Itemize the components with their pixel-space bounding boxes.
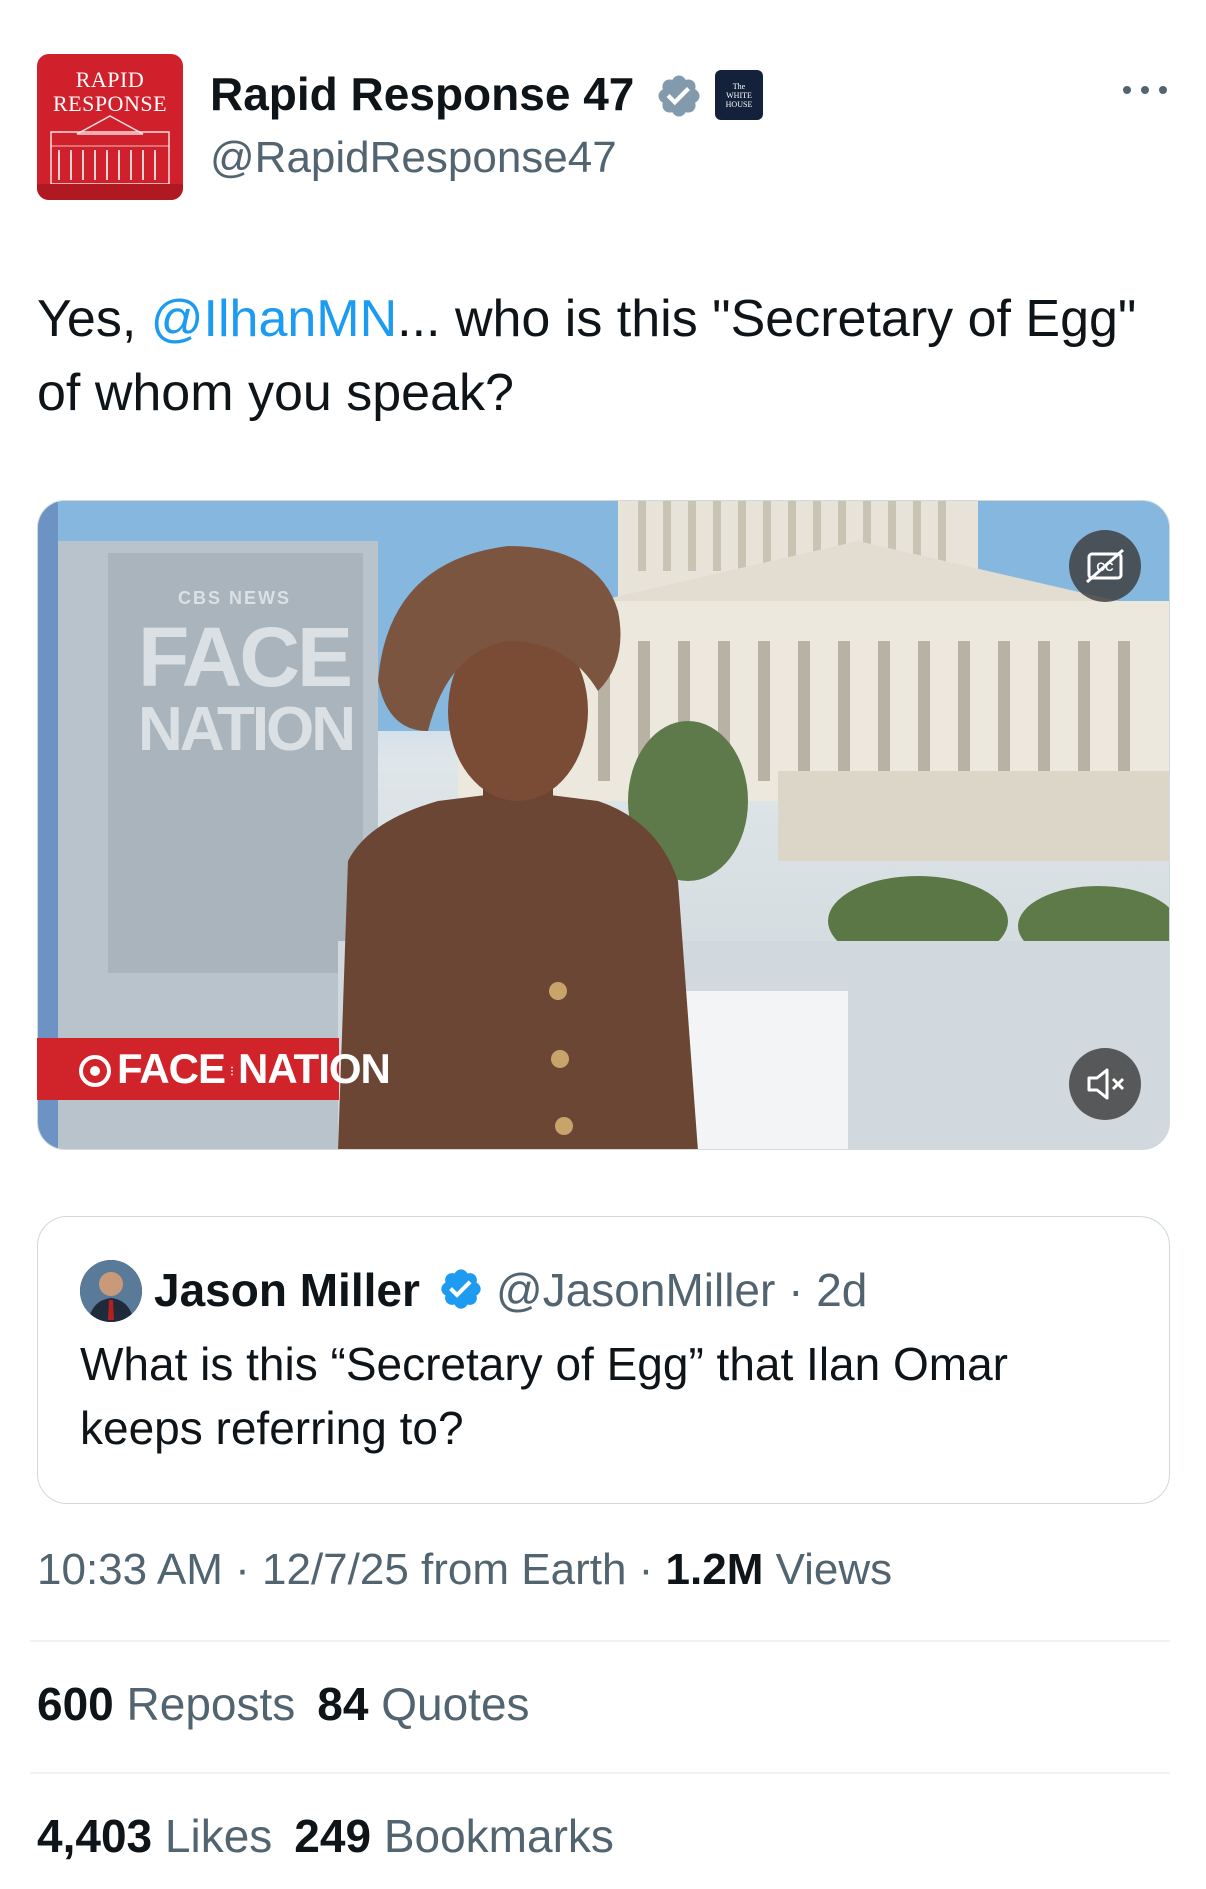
tweet-meta-line: 10:33 AM · 12/7/25 from Earth · 1.2M Vie… — [37, 1540, 892, 1600]
quoted-tweet-text: What is this “Secretary of Egg” that Ila… — [80, 1338, 1008, 1454]
reposts-stat[interactable]: 600 Reposts — [37, 1674, 295, 1734]
more-options-icon[interactable] — [1120, 78, 1170, 102]
quoted-avatar-portrait — [80, 1260, 142, 1322]
affiliate-badge-line2: WHITE — [726, 91, 752, 100]
bookmarks-count: 249 — [294, 1810, 372, 1862]
tweet-text: Yes, @IlhanMN... who is this "Secretary … — [37, 282, 1157, 430]
reposts-count: 600 — [37, 1678, 114, 1730]
likes-label: Likes — [152, 1810, 273, 1862]
tweet-text-prefix: Yes, — [37, 290, 151, 348]
affiliate-badge-line1: The — [732, 82, 746, 91]
captions-button[interactable]: CC — [1069, 530, 1141, 602]
tweet-date-source[interactable]: 12/7/25 from Earth — [262, 1545, 626, 1594]
author-avatar[interactable]: RAPID RESPONSE — [37, 54, 183, 200]
background-sign-line2: FACE — [138, 610, 353, 704]
bookmarks-label: Bookmarks — [371, 1810, 614, 1862]
speaker-muted-icon — [1087, 1068, 1125, 1100]
quoted-author-name[interactable]: Jason Miller — [154, 1260, 420, 1320]
quotes-count: 84 — [317, 1678, 369, 1730]
author-display-name[interactable]: Rapid Response 47 — [210, 66, 634, 122]
white-house-illustration — [37, 115, 183, 200]
quotes-stat[interactable]: 84 Quotes — [317, 1674, 529, 1734]
meta-separator-2: · — [626, 1545, 666, 1594]
reposts-label: Reposts — [113, 1678, 296, 1730]
bookmarks-stat[interactable]: 249 Bookmarks — [294, 1806, 614, 1866]
verified-badge-icon — [658, 75, 700, 117]
cbs-eye-icon — [79, 1055, 111, 1087]
quotes-label: Quotes — [368, 1678, 530, 1730]
white-house-affiliate-badge-icon[interactable]: The WHITE HOUSE — [715, 70, 763, 120]
affiliate-badge-line3: HOUSE — [725, 100, 753, 109]
background-sign-line3: NATION — [138, 695, 356, 764]
quoted-author-handle[interactable]: @JasonMiller — [496, 1264, 775, 1316]
quoted-meta-separator: · — [775, 1264, 817, 1316]
divider — [30, 1640, 1170, 1642]
divider — [30, 1772, 1170, 1774]
quoted-author-avatar[interactable] — [80, 1260, 142, 1322]
meta-separator-1: · — [222, 1545, 263, 1594]
mention-link[interactable]: @IlhanMN — [151, 290, 397, 348]
background-sign-line1: CBS NEWS — [178, 588, 292, 608]
engagement-stats-row-2: 4,403 Likes 249 Bookmarks — [37, 1806, 636, 1866]
author-handle[interactable]: @RapidResponse47 — [210, 130, 617, 186]
engagement-stats-row-1: 600 Reposts 84 Quotes — [37, 1674, 552, 1734]
captions-off-icon: CC — [1086, 548, 1124, 584]
views-count: 1.2M — [665, 1545, 764, 1594]
chyron-part2: NATION — [238, 1045, 391, 1092]
chyron-part1: FACE — [117, 1045, 226, 1092]
verified-badge-icon — [441, 1269, 481, 1309]
quoted-tweet-age[interactable]: 2d — [816, 1264, 867, 1316]
views-label: Views — [763, 1545, 893, 1594]
face-the-nation-chyron: FACE ⋮NATION — [37, 1038, 391, 1100]
likes-stat[interactable]: 4,403 Likes — [37, 1806, 272, 1866]
likes-count: 4,403 — [37, 1810, 153, 1862]
quoted-tweet-meta: @JasonMiller · 2d — [496, 1260, 867, 1320]
background-sign: CBS NEWS FACE NATION — [138, 588, 356, 764]
tweet-time[interactable]: 10:33 AM — [37, 1545, 223, 1594]
mute-toggle-button[interactable] — [1069, 1048, 1141, 1120]
